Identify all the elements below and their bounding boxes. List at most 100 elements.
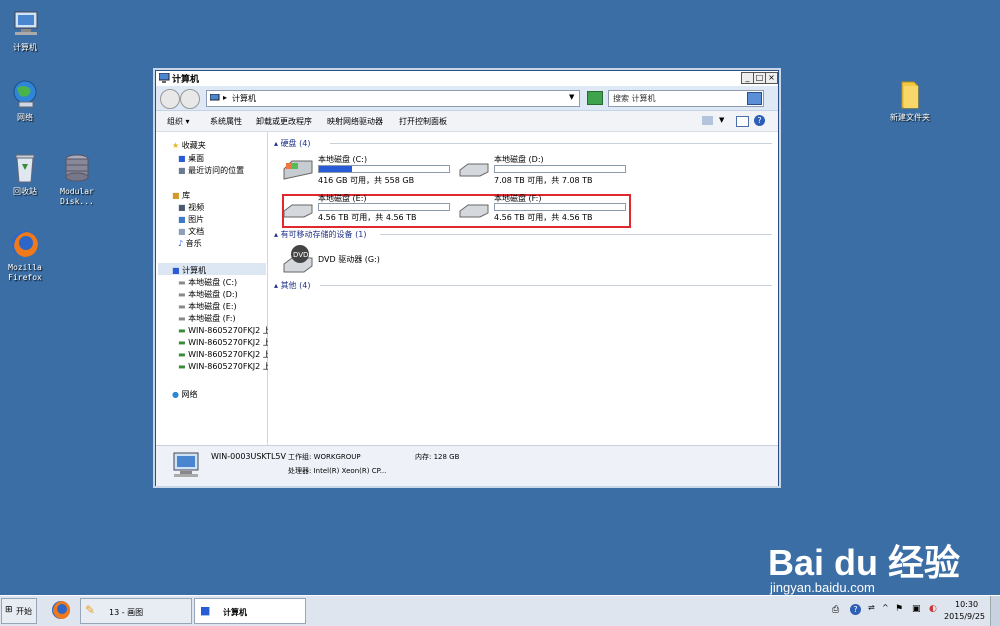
window-title: 计算机 (172, 75, 200, 85)
address-dropdown-icon[interactable]: ▼ (569, 93, 574, 101)
forward-button[interactable] (180, 89, 200, 109)
network-drive-icon: ▬ (178, 350, 186, 359)
task-label: 13 - 画图 (109, 608, 144, 617)
desktop-icon-new-folder[interactable]: 新建文件夹 (880, 78, 940, 123)
language-icon[interactable]: ⇌ (868, 603, 875, 612)
nav-music[interactable]: ♪ 音乐 (178, 238, 202, 249)
drive-usage-bar (494, 165, 626, 173)
show-desktop-button[interactable] (990, 596, 1000, 626)
uninstall-program-button[interactable]: 卸载或更改程序 (256, 116, 312, 127)
organize-menu[interactable]: 组织 ▾ (167, 116, 190, 127)
title-bar[interactable]: 计算机 _ □ × (156, 71, 778, 85)
group-hard-disks[interactable]: ▴ 硬盘 (4) (274, 138, 310, 149)
dvd-drive-name: DVD 驱动器 (G:) (318, 255, 380, 264)
svg-text:DVD: DVD (293, 251, 308, 259)
computer-icon (159, 73, 170, 83)
open-control-panel-button[interactable]: 打开控制面板 (399, 116, 447, 127)
tray-expand-icon[interactable]: ^ (882, 603, 889, 612)
search-input[interactable]: 搜索 计算机 (608, 90, 764, 107)
baidu-watermark-logo: Bai du 经验 (768, 542, 961, 583)
nav-drive-d[interactable]: ▬ 本地磁盘 (D:) (178, 289, 238, 300)
help-icon[interactable]: ? (850, 604, 861, 615)
drive-tile-e[interactable]: 本地磁盘 (E:) 4.56 TB 可用，共 4.56 TB (282, 193, 454, 223)
clock-time[interactable]: 10:30 (955, 600, 978, 609)
preview-pane-icon[interactable] (736, 116, 749, 127)
address-bar[interactable]: ▸ 计算机 ▼ (206, 90, 580, 107)
drive-name: 本地磁盘 (C:) (318, 155, 368, 164)
group-removable[interactable]: ▴ 有可移动存储的设备 (1) (274, 229, 366, 240)
help-icon[interactable]: ? (754, 115, 765, 126)
desktop-icon-firefox[interactable]: Mozilla Firefox (0, 228, 55, 283)
nav-network-share[interactable]: ▬ WIN-8605270FKJ2 上 (178, 337, 271, 348)
nav-documents[interactable]: ■ 文档 (178, 226, 204, 237)
nav-network-share[interactable]: ▬ WIN-8605270FKJ2 上 (178, 361, 271, 372)
folder-icon (894, 78, 926, 110)
picture-icon: ■ (178, 215, 186, 224)
disk-icon (61, 152, 93, 184)
nav-favorites[interactable]: ★ 收藏夹 (172, 140, 206, 151)
nav-recent-places[interactable]: ■ 最近访问的位置 (178, 165, 244, 176)
nav-desktop[interactable]: ■ 桌面 (178, 153, 204, 164)
view-options-icon[interactable] (702, 116, 713, 125)
memory: 内存: 128 GB (415, 453, 460, 461)
drive-tile-d[interactable]: 本地磁盘 (D:) 7.08 TB 可用，共 7.08 TB (458, 154, 630, 185)
desktop-icon-label: 新建文件夹 (890, 113, 930, 122)
nav-network[interactable]: ● 网络 (172, 389, 198, 400)
drive-usage-bar (318, 165, 450, 173)
desktop-icon-modular-disk[interactable]: Modular Disk... (47, 152, 107, 207)
printer-icon[interactable]: ⎙ (832, 605, 839, 615)
search-placeholder: 搜索 计算机 (613, 94, 656, 103)
desktop-icon-network[interactable]: 网络 (0, 78, 55, 123)
dvd-drive-icon: DVD (283, 245, 313, 273)
drive-tile-c[interactable]: 本地磁盘 (C:) 416 GB 可用，共 558 GB (282, 154, 454, 185)
taskbar-computer[interactable]: ■ 计算机 (194, 598, 306, 624)
explorer-window[interactable]: 计算机 _ □ × ▸ 计算机 ▼ 搜索 计算机 组织 ▾ 系统属性 卸载或更改… (155, 70, 779, 486)
volume-icon[interactable]: ◐ (929, 604, 937, 614)
paint-icon: ✎ (85, 603, 96, 617)
clock-date[interactable]: 2015/9/25 (944, 612, 985, 621)
back-button[interactable] (160, 89, 180, 109)
firefox-taskbar-icon[interactable] (50, 599, 74, 623)
view-dropdown-icon[interactable]: ▼ (719, 116, 724, 124)
group-other[interactable]: ▴ 其他 (4) (274, 280, 310, 291)
map-network-drive-button[interactable]: 映射网络驱动器 (327, 116, 383, 127)
address-text: 计算机 (232, 94, 256, 103)
drive-usage-bar (318, 203, 450, 211)
network-drive-icon: ▬ (178, 362, 186, 371)
library-icon: ■ (172, 191, 180, 200)
nav-drive-c[interactable]: ▬ 本地磁盘 (C:) (178, 277, 237, 288)
group-divider (380, 234, 772, 235)
nav-network-share[interactable]: ▬ WIN-8605270FKJ2 上 (178, 325, 271, 336)
close-button[interactable]: × (765, 72, 778, 84)
drive-info: 4.56 TB 可用，共 4.56 TB (318, 213, 417, 222)
refresh-button[interactable] (587, 91, 603, 105)
system-drive-icon (283, 160, 313, 180)
desktop-icon-label: 计算机 (13, 43, 37, 52)
computer-name: WIN-0003USKTL5V (211, 452, 286, 461)
dvd-drive-tile[interactable]: DVD DVD 驱动器 (G:) (282, 242, 442, 276)
desktop-icon-label: Mozilla Firefox (8, 263, 42, 282)
desktop-icon-computer[interactable]: 计算机 (0, 8, 55, 53)
nav-videos[interactable]: ■ 视频 (178, 202, 204, 213)
network-icon: ● (172, 390, 179, 399)
nav-library[interactable]: ■ 库 (172, 190, 190, 201)
system-properties-button[interactable]: 系统属性 (210, 116, 242, 127)
drive-icon (283, 204, 313, 218)
nav-drive-f[interactable]: ▬ 本地磁盘 (F:) (178, 313, 236, 324)
flag-icon[interactable]: ⚑ (895, 604, 903, 614)
search-icon[interactable] (747, 92, 762, 105)
nav-computer[interactable]: ■ 计算机 (172, 265, 206, 276)
drive-tile-f[interactable]: 本地磁盘 (F:) 4.56 TB 可用，共 4.56 TB (458, 193, 630, 223)
computer-icon (173, 452, 199, 477)
start-button[interactable]: ⊞ 开始 (1, 598, 37, 624)
computer-icon: ■ (172, 266, 180, 275)
network-tray-icon[interactable]: ▣ (912, 604, 921, 614)
nav-pictures[interactable]: ■ 图片 (178, 214, 204, 225)
nav-drive-e[interactable]: ▬ 本地磁盘 (E:) (178, 301, 237, 312)
network-drive-icon: ▬ (178, 326, 186, 335)
nav-network-share[interactable]: ▬ WIN-8605270FKJ2 上 (178, 349, 271, 360)
computer-icon (210, 94, 220, 101)
network-drive-icon: ▬ (178, 338, 186, 347)
task-label: 计算机 (223, 608, 247, 617)
taskbar-paint[interactable]: ✎ 13 - 画图 (80, 598, 192, 624)
